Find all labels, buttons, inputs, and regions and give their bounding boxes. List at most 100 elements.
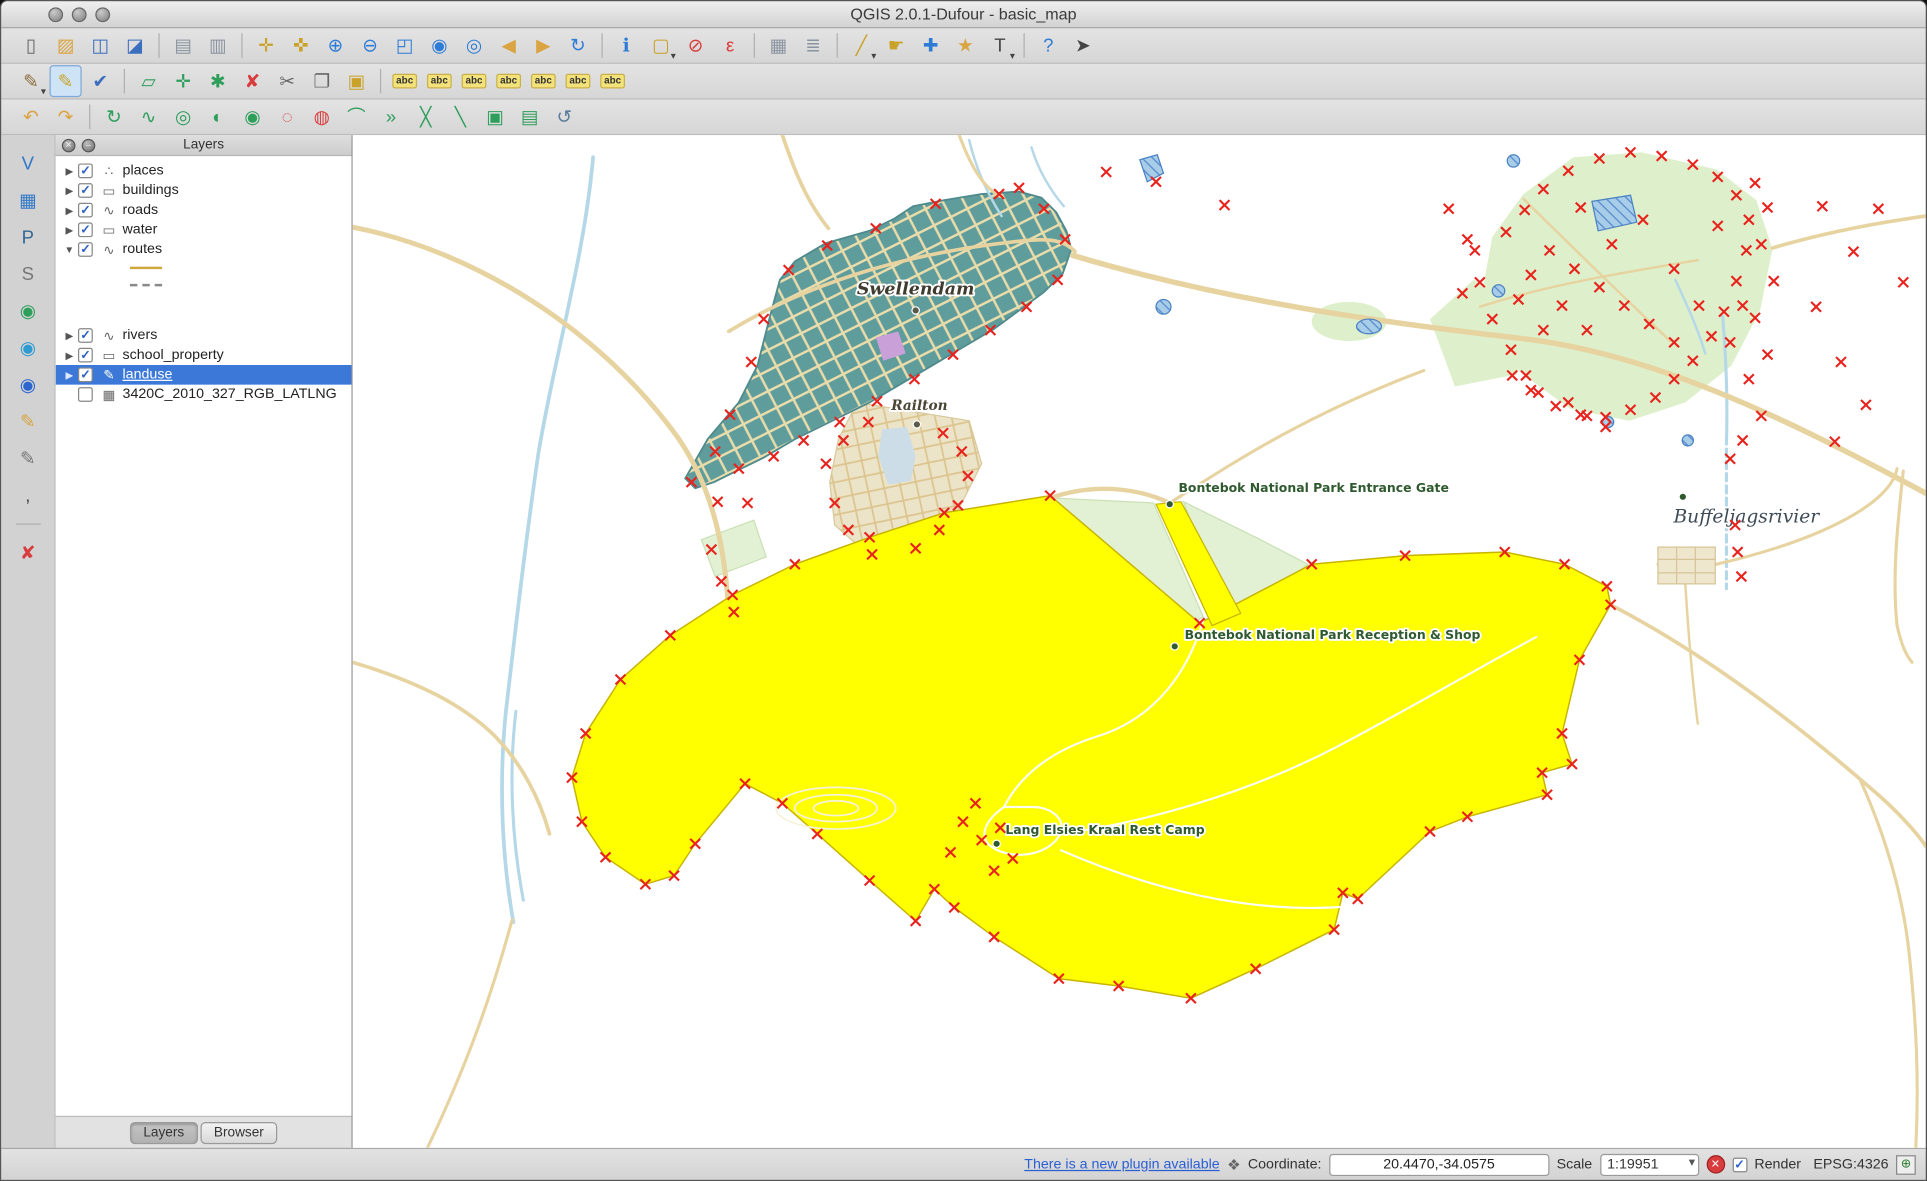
- layer-visibility-checkbox[interactable]: ✓: [78, 348, 93, 363]
- map-canvas[interactable]: SwellendamRailtonBontebok National Park …: [353, 135, 1926, 1148]
- zoom-to-selection[interactable]: ◉: [423, 29, 455, 61]
- refresh-map[interactable]: ↻: [562, 29, 594, 61]
- layer-item-3420C_2010_327_RGB_LATLNG[interactable]: ▦3420C_2010_327_RGB_LATLNG: [56, 385, 352, 405]
- expand-arrow-icon[interactable]: ▶: [61, 205, 78, 216]
- expand-arrow-icon[interactable]: ▶: [61, 369, 78, 380]
- layer-visibility-checkbox[interactable]: ✓: [78, 242, 93, 257]
- layer-item-roads[interactable]: ▶✓∿roads: [56, 200, 352, 220]
- new-spatialite-layer[interactable]: ✎: [12, 442, 44, 474]
- pan-to-selection[interactable]: ✜: [285, 29, 317, 61]
- zoom-last[interactable]: ◀: [493, 29, 525, 61]
- delete-part[interactable]: ◍: [306, 101, 338, 133]
- add-postgis-layer[interactable]: P: [12, 221, 44, 253]
- layer-item-places[interactable]: ▶✓∴places: [56, 161, 352, 181]
- new-print-composer[interactable]: ▤: [167, 29, 199, 61]
- layer-item-buildings[interactable]: ▶✓▭buildings: [56, 181, 352, 201]
- new-project[interactable]: ▯: [15, 29, 47, 61]
- deselect-features[interactable]: ⊘: [679, 29, 711, 61]
- add-delimited-text-layer[interactable]: ,: [12, 479, 44, 511]
- layer-visibility-checkbox[interactable]: ✓: [78, 328, 93, 343]
- zoom-out[interactable]: ⊖: [354, 29, 386, 61]
- expand-arrow-icon[interactable]: ▶: [61, 350, 78, 361]
- reshape-features[interactable]: ⌒: [340, 101, 372, 133]
- coordinate-input[interactable]: [1329, 1153, 1549, 1175]
- new-bookmark[interactable]: ✚: [915, 29, 947, 61]
- help-contents[interactable]: ?: [1032, 29, 1064, 61]
- simplify-feature[interactable]: ∿: [132, 101, 164, 133]
- add-ring[interactable]: ◎: [167, 101, 199, 133]
- zoom-window-button[interactable]: [95, 7, 110, 22]
- split-features[interactable]: ╳: [410, 101, 442, 133]
- layer-visibility-checkbox[interactable]: ✓: [78, 183, 93, 198]
- show-hide-labels[interactable]: abc: [562, 65, 594, 97]
- expand-arrow-icon[interactable]: ▶: [61, 224, 78, 235]
- scale-combo[interactable]: 1:19951 ▾: [1600, 1153, 1699, 1175]
- redo[interactable]: ↷: [50, 101, 82, 133]
- undo[interactable]: ↶: [15, 101, 47, 133]
- expand-arrow-icon[interactable]: ▶: [61, 165, 78, 176]
- save-layer-edits[interactable]: ✔: [84, 65, 116, 97]
- expand-arrow-icon[interactable]: ▼: [61, 244, 78, 255]
- highlight-pinned-labels[interactable]: abc: [597, 65, 629, 97]
- add-wfs-layer[interactable]: ◉: [12, 369, 44, 401]
- composer-manager[interactable]: ▥: [202, 29, 234, 61]
- delete-selected[interactable]: ✘: [236, 65, 268, 97]
- new-shapefile-layer[interactable]: ✎: [12, 406, 44, 438]
- panel-tab-layers[interactable]: Layers: [130, 1121, 198, 1143]
- plugin-available-link[interactable]: There is a new plugin available: [1024, 1157, 1219, 1172]
- crs-status-icon[interactable]: ⊕: [1896, 1155, 1916, 1175]
- stop-render-button[interactable]: ✕: [1706, 1155, 1725, 1173]
- open-attribute-table[interactable]: ▦: [762, 29, 794, 61]
- layer-visibility-checkbox[interactable]: ✓: [78, 203, 93, 218]
- layer-item-water[interactable]: ▶✓▭water: [56, 220, 352, 240]
- save-project[interactable]: ◫: [84, 29, 116, 61]
- layer-item-routes[interactable]: ▼✓∿routes: [56, 240, 352, 260]
- remove-layer[interactable]: ✘: [12, 537, 44, 569]
- minimize-window-button[interactable]: [72, 7, 87, 22]
- rotate-point-symbols[interactable]: ↺: [548, 101, 580, 133]
- show-bookmarks[interactable]: ★: [949, 29, 981, 61]
- merge-features[interactable]: ▣: [479, 101, 511, 133]
- render-checkbox[interactable]: ✓: [1732, 1157, 1747, 1172]
- layer-item-school_property[interactable]: ▶✓▭school_property: [56, 345, 352, 365]
- expand-arrow-icon[interactable]: ▶: [61, 330, 78, 341]
- measure-line[interactable]: ╱▾: [845, 29, 877, 61]
- pin-unpin-labels[interactable]: abc: [527, 65, 559, 97]
- expand-arrow-icon[interactable]: ▶: [61, 185, 78, 196]
- select-features[interactable]: ▢▾: [645, 29, 677, 61]
- layer-visibility-checkbox[interactable]: [78, 387, 93, 402]
- layer-visibility-checkbox[interactable]: ✓: [78, 367, 93, 382]
- text-annotation[interactable]: T▾: [984, 29, 1016, 61]
- map-tips[interactable]: ☛: [880, 29, 912, 61]
- delete-ring[interactable]: ◌: [271, 101, 303, 133]
- save-project-as[interactable]: ◪: [119, 29, 151, 61]
- rotate-label[interactable]: abc: [493, 65, 525, 97]
- labeling[interactable]: abc: [389, 65, 421, 97]
- add-wcs-layer[interactable]: ◉: [12, 332, 44, 364]
- add-part[interactable]: ◐: [202, 101, 234, 133]
- layer-visibility-checkbox[interactable]: ✓: [78, 163, 93, 178]
- add-spatialite-layer[interactable]: S: [12, 258, 44, 290]
- merge-attributes[interactable]: ▤: [514, 101, 546, 133]
- paste-features[interactable]: ▣: [340, 65, 372, 97]
- field-calculator[interactable]: ≣: [797, 29, 829, 61]
- layer-item-rivers[interactable]: ▶✓∿rivers: [56, 326, 352, 346]
- fill-ring[interactable]: ◉: [236, 101, 268, 133]
- whats-this[interactable]: ➤: [1067, 29, 1099, 61]
- panel-tab-browser[interactable]: Browser: [200, 1121, 277, 1143]
- add-vector-layer[interactable]: V: [12, 147, 44, 179]
- pan-map[interactable]: ✛: [250, 29, 282, 61]
- copy-features[interactable]: ❐: [306, 65, 338, 97]
- rotate-feature[interactable]: ↻: [98, 101, 130, 133]
- add-raster-layer[interactable]: ▦: [12, 184, 44, 216]
- add-feature[interactable]: ▱: [132, 65, 164, 97]
- add-wms-layer[interactable]: ◉: [12, 295, 44, 327]
- move-label[interactable]: abc: [458, 65, 490, 97]
- zoom-in[interactable]: ⊕: [319, 29, 351, 61]
- layer-visibility-checkbox[interactable]: ✓: [78, 222, 93, 237]
- identify-features[interactable]: ℹ: [610, 29, 642, 61]
- move-feature[interactable]: ✛: [167, 65, 199, 97]
- open-project[interactable]: ▨: [50, 29, 82, 61]
- current-edits[interactable]: ✎▾: [15, 65, 47, 97]
- change-label[interactable]: abc: [423, 65, 455, 97]
